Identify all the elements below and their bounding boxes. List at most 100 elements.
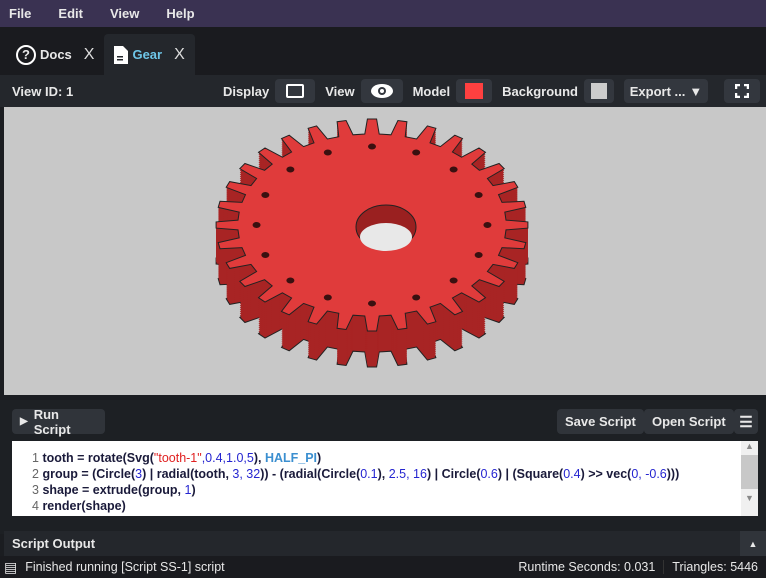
code-token: ) >> vec(	[580, 467, 632, 481]
fullscreen-button[interactable]	[724, 79, 760, 103]
export-label: Export ...	[629, 83, 686, 99]
square-icon	[286, 84, 305, 98]
view-button[interactable]	[360, 79, 403, 103]
line-number: 2	[32, 467, 43, 481]
code-line[interactable]: 3 shape = extrude(group, 1)	[12, 482, 758, 498]
editor-scrollbar[interactable]: ▲ ▼	[741, 441, 758, 516]
menu-file[interactable]: File	[9, 6, 31, 21]
code-token: ) | (Square(	[497, 467, 564, 481]
code-line[interactable]: 2 group = (Circle(3) | radial(tooth, 3, …	[12, 466, 758, 482]
bolt-hole	[286, 166, 295, 173]
code-token: 0.6	[480, 467, 498, 481]
code-token: )	[317, 451, 322, 465]
code-line[interactable]: 4 render(shape)	[12, 498, 758, 514]
view-toolbar: View ID: 1 Display View Model Background…	[0, 75, 766, 107]
code-token: "tooth-1"	[153, 451, 202, 465]
center-hole-inner	[360, 223, 412, 251]
code-token: 0.4	[563, 467, 581, 481]
bolt-hole	[261, 191, 270, 198]
scroll-thumb[interactable]	[741, 455, 758, 489]
bolt-hole	[368, 300, 376, 307]
code-token: )))	[666, 467, 680, 481]
view-label: View	[325, 83, 355, 99]
scroll-up-icon[interactable]: ▲	[741, 441, 758, 451]
code-token: ),	[377, 467, 389, 481]
tab-label: Docs	[40, 47, 72, 62]
tab-label: Gear	[132, 47, 163, 62]
export-dropdown[interactable]: Export ... ▼	[624, 79, 708, 103]
code-token: 0, -0.6	[631, 467, 667, 481]
menu-help[interactable]: Help	[166, 6, 194, 21]
bolt-hole	[474, 252, 483, 259]
code-token: render(shape)	[42, 499, 126, 513]
open-script-button[interactable]: Open Script	[644, 409, 734, 434]
status-bar: ▤ Finished running [Script SS-1] script …	[0, 556, 766, 578]
background-color-button[interactable]	[584, 79, 614, 103]
code-token: HALF_PI	[264, 451, 318, 465]
tab-docs[interactable]: ? Docs X	[6, 34, 104, 75]
display-button[interactable]	[275, 79, 316, 103]
save-script-button[interactable]: Save Script	[557, 409, 644, 434]
bolt-hole	[323, 149, 332, 156]
code-token: shape = extrude(group,	[42, 483, 185, 497]
tab-gear[interactable]: Gear X	[104, 34, 195, 75]
status-message: Finished running [Script SS-1] script	[25, 560, 225, 574]
bolt-hole	[286, 277, 295, 284]
run-label: Run Script	[33, 406, 71, 437]
script-output-header[interactable]: Script Output ▲	[4, 531, 766, 556]
background-color-swatch	[591, 83, 607, 99]
menu-view[interactable]: View	[110, 6, 139, 21]
menu-edit[interactable]: Edit	[58, 6, 83, 21]
fullscreen-icon	[735, 84, 749, 98]
3d-viewport[interactable]	[4, 107, 766, 395]
bolt-hole	[449, 166, 458, 173]
script-output-title: Script Output	[12, 536, 96, 551]
bolt-hole	[368, 143, 376, 150]
close-icon[interactable]: X	[84, 46, 95, 64]
collapse-icon[interactable]: ▲	[740, 531, 766, 556]
bolt-hole	[474, 191, 483, 198]
save-label: Save Script	[565, 414, 636, 429]
code-editor[interactable]: 1 tooth = rotate(Svg("tooth-1",0.4,1.0,5…	[12, 441, 758, 516]
code-token: )	[191, 483, 196, 497]
model-label: Model	[412, 83, 451, 99]
bolt-hole	[483, 222, 492, 228]
bolt-hole	[323, 294, 332, 301]
bolt-hole	[412, 149, 421, 156]
triangle-count: Triangles: 5446	[672, 560, 758, 574]
scroll-down-icon[interactable]: ▼	[741, 493, 758, 503]
eye-icon	[370, 84, 393, 98]
model-color-swatch	[465, 83, 484, 99]
display-label: Display	[222, 83, 270, 99]
runtime-seconds: Runtime Seconds: 0.031	[510, 560, 665, 574]
code-token: 2.5, 16	[388, 467, 427, 481]
background-label: Background	[502, 83, 578, 99]
bolt-hole	[252, 222, 261, 228]
code-token: )) - (radial(Circle(	[260, 467, 361, 481]
code-token: ) | radial(tooth,	[142, 467, 233, 481]
code-token: 0.1	[360, 467, 378, 481]
code-token: ,0.4,1.0,5	[201, 451, 254, 465]
script-list-button[interactable]: ☰	[734, 409, 758, 434]
code-token: tooth = rotate(Svg(	[42, 451, 154, 465]
help-circle-icon: ?	[16, 44, 36, 65]
line-number: 1	[32, 451, 43, 465]
bolt-hole	[412, 294, 421, 301]
file-icon	[114, 45, 129, 64]
run-script-button[interactable]: ▶ Run Script	[12, 406, 105, 437]
gear-model[interactable]	[4, 107, 766, 395]
menu-bar: File Edit View Help	[0, 0, 766, 27]
bolt-hole	[449, 277, 458, 284]
close-icon[interactable]: X	[174, 46, 185, 64]
code-token: group = (Circle(	[42, 467, 136, 481]
caret-down-icon: ▼	[689, 83, 703, 99]
code-token: 3, 32	[232, 467, 261, 481]
open-label: Open Script	[652, 414, 726, 429]
code-line[interactable]: 1 tooth = rotate(Svg("tooth-1",0.4,1.0,5…	[12, 450, 758, 466]
list-icon: ☰	[739, 413, 753, 431]
view-id: View ID: 1	[12, 83, 74, 99]
tab-bar: ? Docs X Gear X	[0, 27, 766, 75]
model-color-button[interactable]	[456, 79, 493, 103]
message-icon: ▤	[4, 558, 18, 575]
code-token: ) | Circle(	[426, 467, 481, 481]
